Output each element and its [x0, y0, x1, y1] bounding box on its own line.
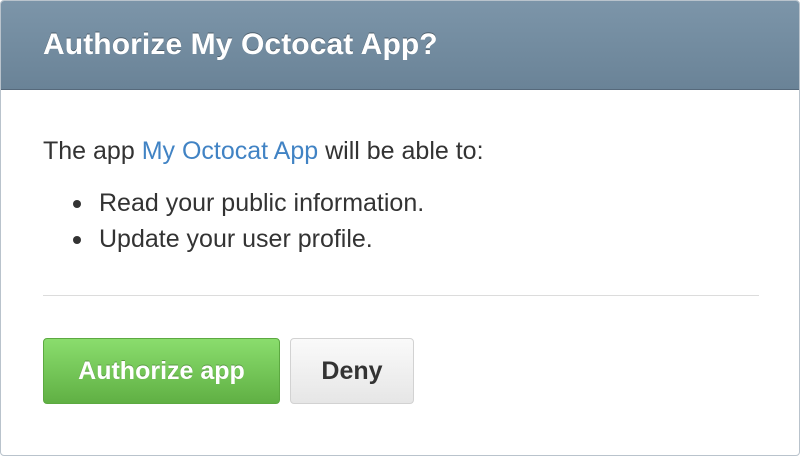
action-buttons: Authorize app Deny	[43, 338, 757, 404]
authorize-app-button[interactable]: Authorize app	[43, 338, 280, 404]
permission-list: Read your public information. Update you…	[43, 185, 757, 257]
dialog-header: Authorize My Octocat App?	[1, 1, 799, 90]
bullet-icon	[73, 200, 81, 208]
divider	[43, 295, 759, 296]
authorize-dialog: Authorize My Octocat App? The app My Oct…	[0, 0, 800, 456]
dialog-title: Authorize My Octocat App?	[43, 28, 438, 61]
app-name-link[interactable]: My Octocat App	[142, 137, 318, 165]
permission-label: Update your user profile.	[99, 225, 373, 253]
permission-label: Read your public information.	[99, 189, 425, 217]
intro-prefix: The app	[43, 137, 142, 165]
intro-text: The app My Octocat App will be able to:	[43, 134, 757, 168]
deny-button[interactable]: Deny	[290, 338, 414, 404]
dialog-body: The app My Octocat App will be able to: …	[1, 134, 799, 404]
permission-item: Read your public information.	[43, 185, 757, 221]
permission-item: Update your user profile.	[43, 221, 757, 257]
bullet-icon	[73, 236, 81, 244]
intro-suffix: will be able to:	[318, 137, 484, 165]
